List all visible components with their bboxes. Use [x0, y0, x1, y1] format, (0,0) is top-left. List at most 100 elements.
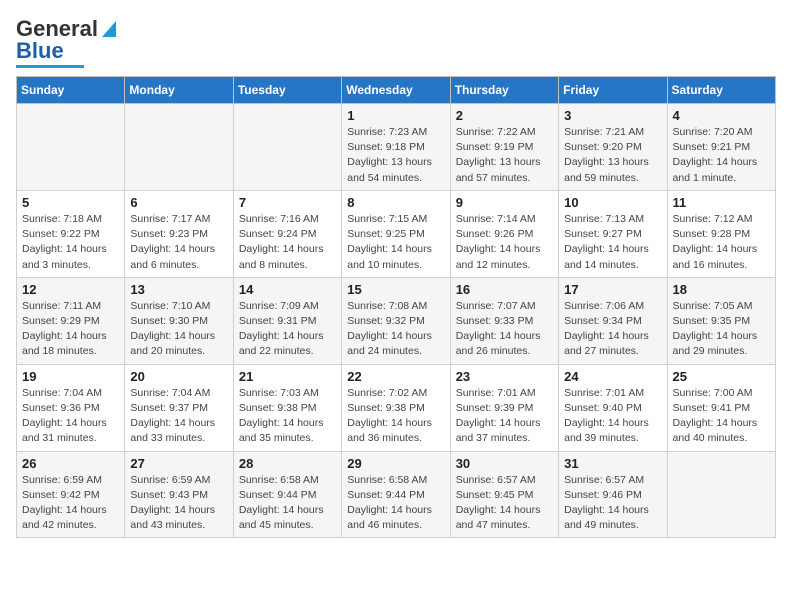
calendar-day-4: 4 Sunrise: 7:20 AMSunset: 9:21 PMDaylight… [667, 104, 775, 191]
day-number: 2 [456, 108, 553, 123]
day-number: 26 [22, 456, 119, 471]
day-info: Sunrise: 7:01 AMSunset: 9:40 PMDaylight:… [564, 386, 661, 447]
calendar-day-3: 3 Sunrise: 7:21 AMSunset: 9:20 PMDaylight… [559, 104, 667, 191]
day-number: 14 [239, 282, 336, 297]
day-info: Sunrise: 7:06 AMSunset: 9:34 PMDaylight:… [564, 299, 661, 360]
day-info: Sunrise: 7:00 AMSunset: 9:41 PMDaylight:… [673, 386, 770, 447]
day-number: 13 [130, 282, 227, 297]
day-info: Sunrise: 7:01 AMSunset: 9:39 PMDaylight:… [456, 386, 553, 447]
day-number: 1 [347, 108, 444, 123]
day-number: 10 [564, 195, 661, 210]
calendar-day-11: 11Sunrise: 7:12 AMSunset: 9:28 PMDayligh… [667, 190, 775, 277]
day-info: Sunrise: 7:21 AMSunset: 9:20 PMDaylight:… [564, 125, 661, 186]
day-info: Sunrise: 6:58 AMSunset: 9:44 PMDaylight:… [347, 473, 444, 534]
day-number: 12 [22, 282, 119, 297]
day-number: 3 [564, 108, 661, 123]
day-info: Sunrise: 7:08 AMSunset: 9:32 PMDaylight:… [347, 299, 444, 360]
day-number: 27 [130, 456, 227, 471]
calendar-empty-cell [667, 451, 775, 538]
day-info: Sunrise: 7:03 AMSunset: 9:38 PMDaylight:… [239, 386, 336, 447]
day-number: 21 [239, 369, 336, 384]
calendar-day-26: 26 Sunrise: 6:59 AMSunset: 9:42 PMDayligh… [17, 451, 125, 538]
logo-arrow-icon [100, 19, 118, 39]
calendar-day-2: 2 Sunrise: 7:22 AMSunset: 9:19 PMDaylight… [450, 104, 558, 191]
calendar-day-19: 19Sunrise: 7:04 AMSunset: 9:36 PMDayligh… [17, 364, 125, 451]
calendar-day-16: 16 Sunrise: 7:07 AMSunset: 9:33 PMDayligh… [450, 277, 558, 364]
day-number: 31 [564, 456, 661, 471]
day-number: 5 [22, 195, 119, 210]
page-header: General Blue [16, 16, 776, 68]
calendar-day-25: 25Sunrise: 7:00 AMSunset: 9:41 PMDayligh… [667, 364, 775, 451]
day-number: 16 [456, 282, 553, 297]
day-number: 18 [673, 282, 770, 297]
calendar-day-15: 15 Sunrise: 7:08 AMSunset: 9:32 PMDayligh… [342, 277, 450, 364]
calendar-day-27: 27Sunrise: 6:59 AMSunset: 9:43 PMDayligh… [125, 451, 233, 538]
weekday-header-saturday: Saturday [667, 77, 775, 104]
day-number: 22 [347, 369, 444, 384]
calendar-day-10: 10 Sunrise: 7:13 AMSunset: 9:27 PMDayligh… [559, 190, 667, 277]
logo: General Blue [16, 16, 118, 68]
day-info: Sunrise: 7:18 AMSunset: 9:22 PMDaylight:… [22, 212, 119, 273]
calendar-day-1: 1 Sunrise: 7:23 AMSunset: 9:18 PMDaylight… [342, 104, 450, 191]
calendar-empty-cell [17, 104, 125, 191]
calendar-day-29: 29 Sunrise: 6:58 AMSunset: 9:44 PMDayligh… [342, 451, 450, 538]
day-number: 29 [347, 456, 444, 471]
calendar-day-13: 13 Sunrise: 7:10 AMSunset: 9:30 PMDayligh… [125, 277, 233, 364]
weekday-header-monday: Monday [125, 77, 233, 104]
calendar-header-row: SundayMondayTuesdayWednesdayThursdayFrid… [17, 77, 776, 104]
day-number: 23 [456, 369, 553, 384]
day-info: Sunrise: 6:58 AMSunset: 9:44 PMDaylight:… [239, 473, 336, 534]
day-info: Sunrise: 7:13 AMSunset: 9:27 PMDaylight:… [564, 212, 661, 273]
calendar-table: SundayMondayTuesdayWednesdayThursdayFrid… [16, 76, 776, 538]
day-info: Sunrise: 7:02 AMSunset: 9:38 PMDaylight:… [347, 386, 444, 447]
calendar-day-17: 17 Sunrise: 7:06 AMSunset: 9:34 PMDayligh… [559, 277, 667, 364]
calendar-week-row: 5 Sunrise: 7:18 AMSunset: 9:22 PMDaylight… [17, 190, 776, 277]
day-info: Sunrise: 7:07 AMSunset: 9:33 PMDaylight:… [456, 299, 553, 360]
calendar-day-21: 21 Sunrise: 7:03 AMSunset: 9:38 PMDayligh… [233, 364, 341, 451]
day-info: Sunrise: 7:15 AMSunset: 9:25 PMDaylight:… [347, 212, 444, 273]
day-number: 8 [347, 195, 444, 210]
day-number: 30 [456, 456, 553, 471]
calendar-day-23: 23 Sunrise: 7:01 AMSunset: 9:39 PMDayligh… [450, 364, 558, 451]
calendar-week-row: 12 Sunrise: 7:11 AMSunset: 9:29 PMDayligh… [17, 277, 776, 364]
day-number: 24 [564, 369, 661, 384]
calendar-day-24: 24 Sunrise: 7:01 AMSunset: 9:40 PMDayligh… [559, 364, 667, 451]
day-info: Sunrise: 7:05 AMSunset: 9:35 PMDaylight:… [673, 299, 770, 360]
day-info: Sunrise: 6:57 AMSunset: 9:45 PMDaylight:… [456, 473, 553, 534]
calendar-day-5: 5 Sunrise: 7:18 AMSunset: 9:22 PMDaylight… [17, 190, 125, 277]
day-info: Sunrise: 6:59 AMSunset: 9:42 PMDaylight:… [22, 473, 119, 534]
day-info: Sunrise: 7:17 AMSunset: 9:23 PMDaylight:… [130, 212, 227, 273]
calendar-week-row: 19Sunrise: 7:04 AMSunset: 9:36 PMDayligh… [17, 364, 776, 451]
day-number: 17 [564, 282, 661, 297]
calendar-day-6: 6 Sunrise: 7:17 AMSunset: 9:23 PMDaylight… [125, 190, 233, 277]
calendar-day-7: 7Sunrise: 7:16 AMSunset: 9:24 PMDaylight… [233, 190, 341, 277]
logo-blue: Blue [16, 38, 64, 64]
day-info: Sunrise: 7:22 AMSunset: 9:19 PMDaylight:… [456, 125, 553, 186]
day-number: 6 [130, 195, 227, 210]
day-number: 9 [456, 195, 553, 210]
calendar-day-14: 14Sunrise: 7:09 AMSunset: 9:31 PMDayligh… [233, 277, 341, 364]
day-info: Sunrise: 7:04 AMSunset: 9:37 PMDaylight:… [130, 386, 227, 447]
day-info: Sunrise: 7:20 AMSunset: 9:21 PMDaylight:… [673, 125, 770, 186]
calendar-day-9: 9 Sunrise: 7:14 AMSunset: 9:26 PMDaylight… [450, 190, 558, 277]
day-info: Sunrise: 7:16 AMSunset: 9:24 PMDaylight:… [239, 212, 336, 273]
day-number: 15 [347, 282, 444, 297]
day-info: Sunrise: 7:23 AMSunset: 9:18 PMDaylight:… [347, 125, 444, 186]
day-info: Sunrise: 7:12 AMSunset: 9:28 PMDaylight:… [673, 212, 770, 273]
weekday-header-friday: Friday [559, 77, 667, 104]
day-info: Sunrise: 7:04 AMSunset: 9:36 PMDaylight:… [22, 386, 119, 447]
day-number: 20 [130, 369, 227, 384]
day-info: Sunrise: 7:14 AMSunset: 9:26 PMDaylight:… [456, 212, 553, 273]
calendar-week-row: 1 Sunrise: 7:23 AMSunset: 9:18 PMDaylight… [17, 104, 776, 191]
day-number: 4 [673, 108, 770, 123]
calendar-day-22: 22 Sunrise: 7:02 AMSunset: 9:38 PMDayligh… [342, 364, 450, 451]
calendar-day-28: 28 Sunrise: 6:58 AMSunset: 9:44 PMDayligh… [233, 451, 341, 538]
calendar-day-20: 20 Sunrise: 7:04 AMSunset: 9:37 PMDayligh… [125, 364, 233, 451]
calendar-day-8: 8 Sunrise: 7:15 AMSunset: 9:25 PMDaylight… [342, 190, 450, 277]
day-number: 28 [239, 456, 336, 471]
day-info: Sunrise: 7:11 AMSunset: 9:29 PMDaylight:… [22, 299, 119, 360]
weekday-header-thursday: Thursday [450, 77, 558, 104]
calendar-day-12: 12 Sunrise: 7:11 AMSunset: 9:29 PMDayligh… [17, 277, 125, 364]
day-info: Sunrise: 7:10 AMSunset: 9:30 PMDaylight:… [130, 299, 227, 360]
calendar-day-18: 18 Sunrise: 7:05 AMSunset: 9:35 PMDayligh… [667, 277, 775, 364]
